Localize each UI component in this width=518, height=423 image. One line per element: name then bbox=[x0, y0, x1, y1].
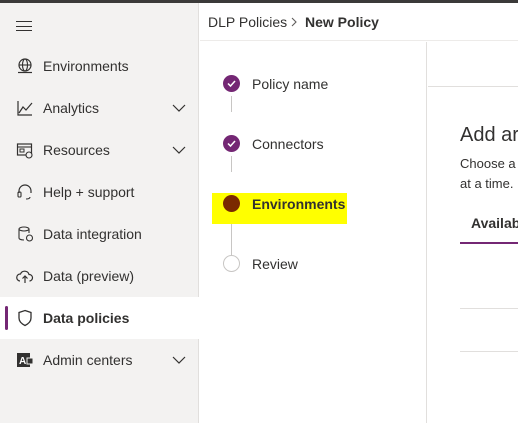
cloud-upload-icon bbox=[16, 270, 34, 283]
sidebar-item-label: Analytics bbox=[43, 100, 100, 116]
sidebar-item-label: Resources bbox=[43, 142, 110, 158]
step-label: Review bbox=[252, 256, 298, 272]
chevron-down-icon[interactable] bbox=[171, 101, 187, 115]
description-line: Choose a bbox=[460, 156, 516, 171]
svg-text:A: A bbox=[19, 356, 26, 367]
headset-icon bbox=[17, 184, 32, 200]
content-header bbox=[428, 42, 518, 87]
description-line: at a time. bbox=[460, 176, 514, 191]
sidebar-item-label: Help + support bbox=[43, 184, 135, 200]
chevron-down-icon[interactable] bbox=[171, 353, 187, 367]
step-label: Environments bbox=[252, 196, 346, 212]
chevron-down-icon[interactable] bbox=[171, 143, 187, 157]
sidebar-item-label: Data policies bbox=[43, 310, 130, 326]
step-label: Connectors bbox=[252, 136, 324, 152]
wizard-step-connectors[interactable]: Connectors bbox=[200, 132, 427, 156]
resources-icon bbox=[16, 143, 33, 159]
step-connector-line bbox=[231, 96, 232, 112]
active-indicator bbox=[5, 306, 8, 330]
sidebar-item-help-support[interactable]: Help + support bbox=[0, 171, 199, 213]
database-icon bbox=[18, 226, 34, 242]
checkmark-icon bbox=[223, 135, 240, 152]
step-label: Policy name bbox=[252, 76, 329, 92]
sidebar-item-analytics[interactable]: Analytics bbox=[0, 87, 199, 129]
chart-line-icon bbox=[17, 101, 33, 116]
sidebar-item-label: Data (preview) bbox=[43, 268, 135, 284]
chevron-right-icon bbox=[291, 17, 297, 27]
tab-available[interactable]: Availab bbox=[460, 208, 518, 244]
page-description: Choose a at a time. bbox=[460, 154, 518, 194]
sidebar-item-environments[interactable]: Environments bbox=[0, 45, 199, 87]
pending-step-circle-icon bbox=[223, 255, 240, 272]
sidebar-item-data-policies[interactable]: Data policies bbox=[0, 297, 199, 339]
shield-icon bbox=[18, 309, 32, 327]
tab-label: Availab bbox=[471, 215, 518, 231]
page-title: Add ar bbox=[460, 124, 518, 146]
wizard-step-review[interactable]: Review bbox=[200, 252, 427, 276]
breadcrumb-link-dlp-policies[interactable]: DLP Policies bbox=[208, 3, 287, 41]
sidebar-item-label: Data integration bbox=[43, 226, 142, 242]
main-content: Add ar Choose a at a time. Availab bbox=[428, 42, 518, 423]
globe-icon bbox=[18, 58, 32, 74]
sidebar: Environments Analytics Resources Help + bbox=[0, 3, 199, 423]
sidebar-item-resources[interactable]: Resources bbox=[0, 129, 199, 171]
wizard-steps: Policy name Connectors Environments Revi… bbox=[200, 42, 427, 423]
sidebar-item-label: Admin centers bbox=[43, 352, 133, 368]
sidebar-item-label: Environments bbox=[43, 58, 129, 74]
current-step-dot-icon bbox=[223, 195, 240, 212]
sidebar-item-data-integration[interactable]: Data integration bbox=[0, 213, 199, 255]
table-divider bbox=[460, 351, 518, 352]
breadcrumb-current-page: New Policy bbox=[305, 14, 379, 30]
breadcrumb: DLP Policies New Policy bbox=[200, 3, 518, 41]
sidebar-item-data-preview[interactable]: Data (preview) bbox=[0, 255, 199, 297]
admin-centers-icon: A bbox=[17, 353, 34, 367]
wizard-step-environments[interactable]: Environments bbox=[200, 192, 427, 216]
table-divider bbox=[460, 308, 518, 309]
step-connector-line bbox=[231, 156, 232, 172]
sidebar-item-admin-centers[interactable]: A Admin centers bbox=[0, 339, 199, 381]
wizard-step-policy-name[interactable]: Policy name bbox=[200, 72, 427, 96]
hamburger-menu-icon[interactable] bbox=[15, 19, 33, 33]
tab-selected-underline bbox=[460, 242, 518, 244]
checkmark-icon bbox=[223, 75, 240, 92]
